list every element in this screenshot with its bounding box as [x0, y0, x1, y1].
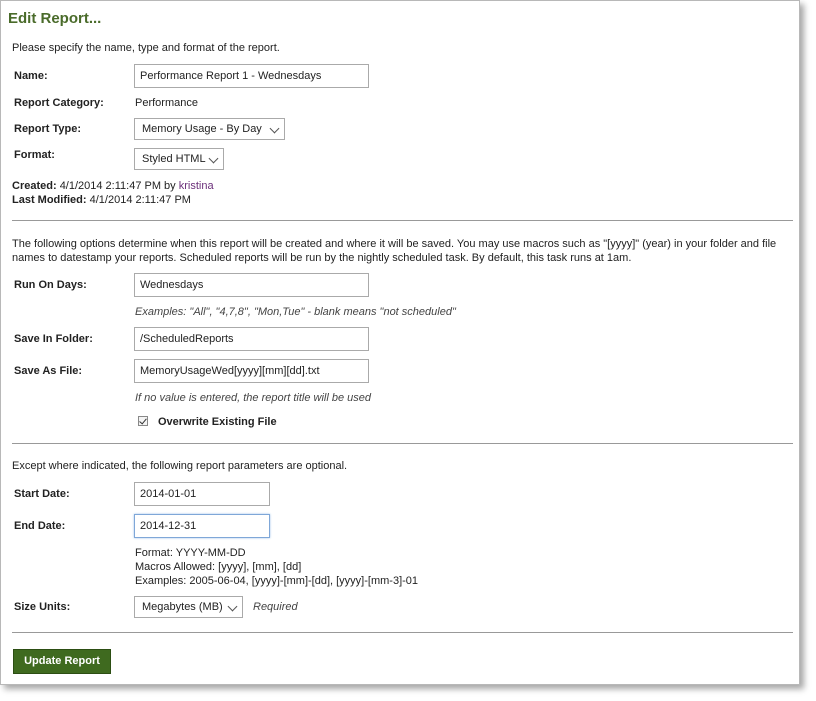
schedule-intro-line1: The following options determine when thi…: [12, 238, 777, 250]
divider: [12, 443, 793, 444]
modified-label: Last Modified:: [12, 194, 87, 206]
date-format-hint: Format: YYYY-MM-DD: [135, 547, 246, 559]
chevron-down-icon: [269, 123, 280, 134]
end-date-label: End Date:: [14, 520, 66, 532]
date-macros-hint: Macros Allowed: [yyyy], [mm], [dd]: [135, 561, 302, 573]
save-as-file-input[interactable]: MemoryUsageWed[yyyy][mm][dd].txt: [134, 359, 369, 383]
modified-value: 4/1/2014 2:11:47 PM: [89, 194, 191, 206]
divider: [12, 632, 793, 633]
report-category-label: Report Category:: [14, 97, 104, 109]
checkmark-icon: [139, 416, 147, 425]
update-report-button[interactable]: Update Report: [13, 649, 111, 674]
report-category-value: Performance: [135, 97, 198, 109]
save-as-file-hint: If no value is entered, the report title…: [135, 392, 372, 404]
divider: [12, 220, 793, 221]
run-on-days-hint: Examples: "All", "4,7,8", "Mon,Tue" - bl…: [135, 306, 456, 318]
report-type-select[interactable]: Memory Usage - By Day: [134, 118, 285, 140]
start-date-label: Start Date:: [14, 488, 70, 500]
created-line: Created: 4/1/2014 2:11:47 PM by kristina: [12, 180, 214, 192]
save-as-file-label: Save As File:: [14, 365, 83, 377]
params-intro: Except where indicated, the following re…: [12, 460, 348, 472]
intro-text: Please specify the name, type and format…: [12, 42, 280, 54]
created-value: 4/1/2014 2:11:47 PM by: [59, 180, 176, 192]
report-type-value: Memory Usage - By Day: [142, 123, 262, 135]
date-examples-hint: Examples: 2005-06-04, [yyyy]-[mm]-[dd], …: [135, 575, 419, 587]
save-in-folder-label: Save In Folder:: [14, 333, 93, 345]
end-date-input[interactable]: 2014-12-31: [134, 514, 270, 538]
created-by-link[interactable]: kristina: [179, 180, 214, 192]
schedule-intro-line2: names to datestamp your reports. Schedul…: [12, 252, 632, 264]
save-in-folder-input[interactable]: /ScheduledReports: [134, 327, 369, 351]
run-on-days-label: Run On Days:: [14, 279, 87, 291]
size-units-label: Size Units:: [14, 601, 71, 613]
size-units-value: Megabytes (MB): [142, 601, 223, 613]
name-label: Name:: [14, 70, 48, 82]
start-date-input[interactable]: 2014-01-01: [134, 482, 270, 506]
created-label: Created:: [12, 180, 57, 192]
size-units-select[interactable]: Megabytes (MB): [134, 596, 243, 618]
modified-line: Last Modified: 4/1/2014 2:11:47 PM: [12, 194, 191, 206]
page-title: Edit Report...: [8, 10, 102, 27]
format-label: Format:: [14, 149, 55, 161]
name-input[interactable]: Performance Report 1 - Wednesdays: [134, 64, 369, 88]
overwrite-checkbox[interactable]: [138, 416, 148, 426]
edit-report-panel: Edit Report... Please specify the name, …: [0, 0, 800, 685]
overwrite-label: Overwrite Existing File: [158, 416, 277, 428]
format-select[interactable]: Styled HTML: [134, 148, 224, 170]
size-units-required: Required: [253, 601, 298, 613]
report-type-label: Report Type:: [14, 123, 82, 135]
run-on-days-input[interactable]: Wednesdays: [134, 273, 369, 297]
chevron-down-icon: [227, 601, 238, 612]
chevron-down-icon: [208, 153, 219, 164]
format-value: Styled HTML: [142, 153, 206, 165]
